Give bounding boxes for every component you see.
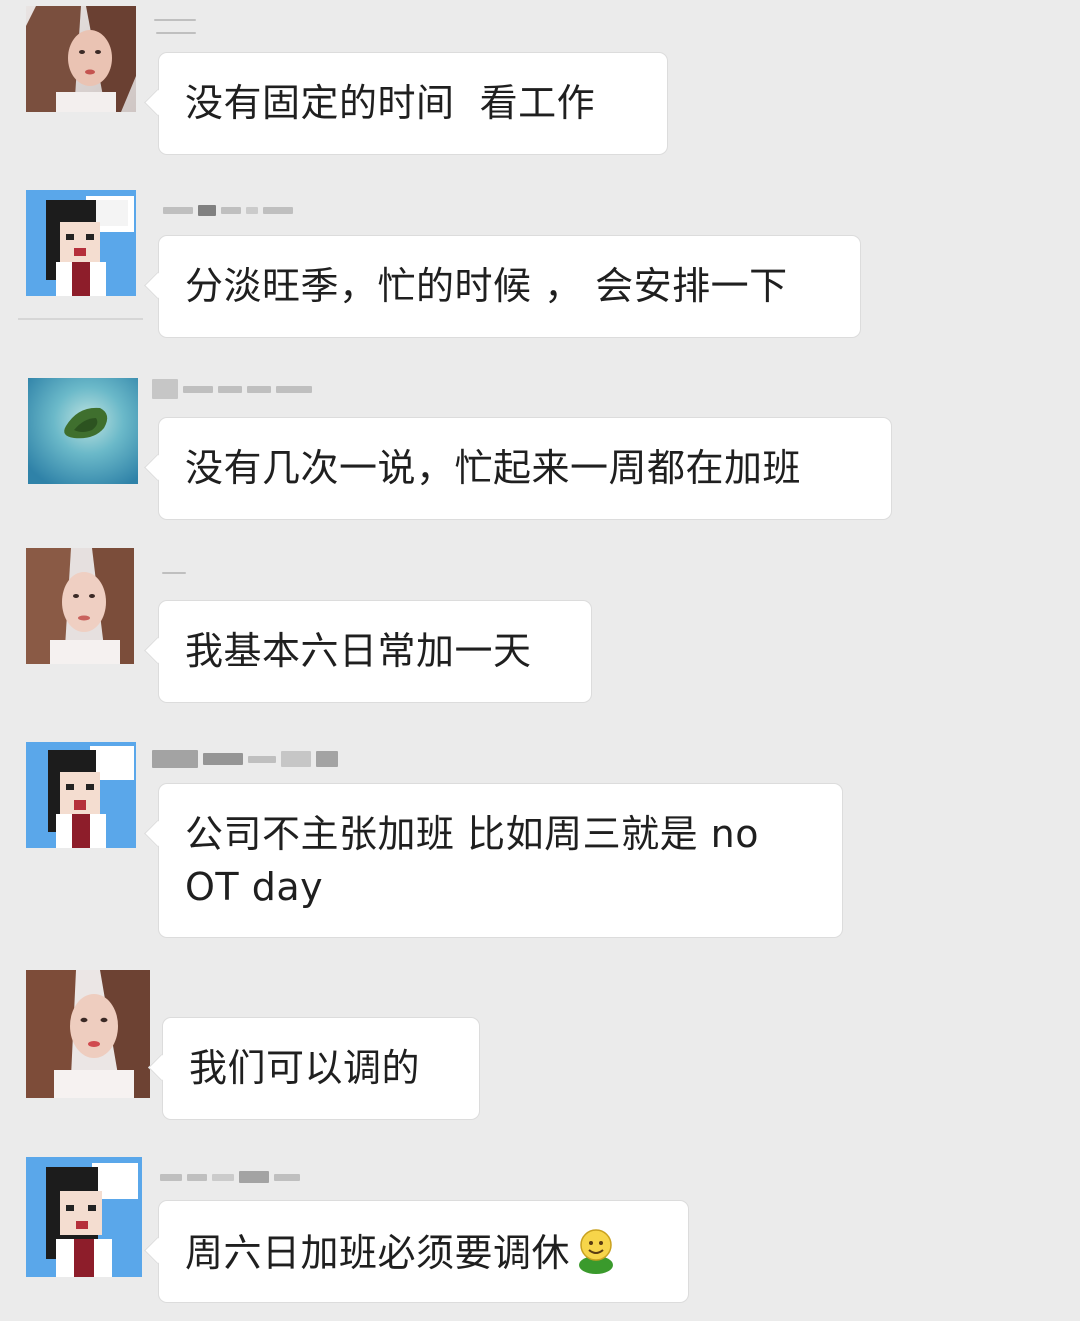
pixel-cartoon-avatar[interactable]	[26, 1157, 142, 1277]
sender-name-blurred	[163, 195, 293, 225]
sender-name-blurred	[160, 1162, 300, 1192]
message-bubble[interactable]: 我基本六日常加一天	[158, 600, 592, 703]
message-text: 周六日加班必须要调休	[185, 1231, 571, 1275]
sender-name-blurred	[152, 374, 312, 404]
message-text: 没有固定的时间 看工作	[185, 81, 596, 125]
sender-name-blurred	[156, 32, 196, 34]
message-bubble[interactable]: 没有几次一说，忙起来一周都在加班	[158, 417, 892, 520]
pixel-cartoon-avatar[interactable]	[26, 190, 136, 296]
message-bubble[interactable]: 周六日加班必须要调休	[158, 1200, 689, 1303]
message-bubble[interactable]: 公司不主张加班 比如周三就是 no OT day	[158, 783, 843, 938]
sender-name-blurred	[162, 558, 186, 588]
message-text: 我基本六日常加一天	[185, 629, 532, 673]
message-text: 分淡旺季，忙的时候 ， 会安排一下	[185, 264, 788, 308]
divider	[18, 318, 143, 320]
pixel-cartoon-avatar[interactable]	[26, 742, 136, 848]
message-bubble[interactable]: 没有固定的时间 看工作	[158, 52, 668, 155]
message-text: 没有几次一说，忙起来一周都在加班	[185, 446, 802, 490]
message-bubble[interactable]: 我们可以调的	[162, 1017, 480, 1120]
female-photo-avatar[interactable]	[26, 6, 136, 112]
female-photo-avatar[interactable]	[26, 548, 134, 664]
message-bubble[interactable]: 分淡旺季，忙的时候 ， 会安排一下	[158, 235, 861, 338]
island-photo-avatar[interactable]	[28, 378, 138, 484]
message-text: 我们可以调的	[189, 1046, 421, 1090]
message-text-line-2: OT day	[185, 865, 324, 909]
sender-name-blurred	[154, 10, 196, 40]
green-smiley-emoji-icon	[574, 1225, 618, 1275]
message-text-line-1: 公司不主张加班 比如周三就是 no	[185, 812, 759, 856]
female-photo-avatar[interactable]	[26, 970, 150, 1098]
sender-name-blurred	[152, 744, 338, 774]
